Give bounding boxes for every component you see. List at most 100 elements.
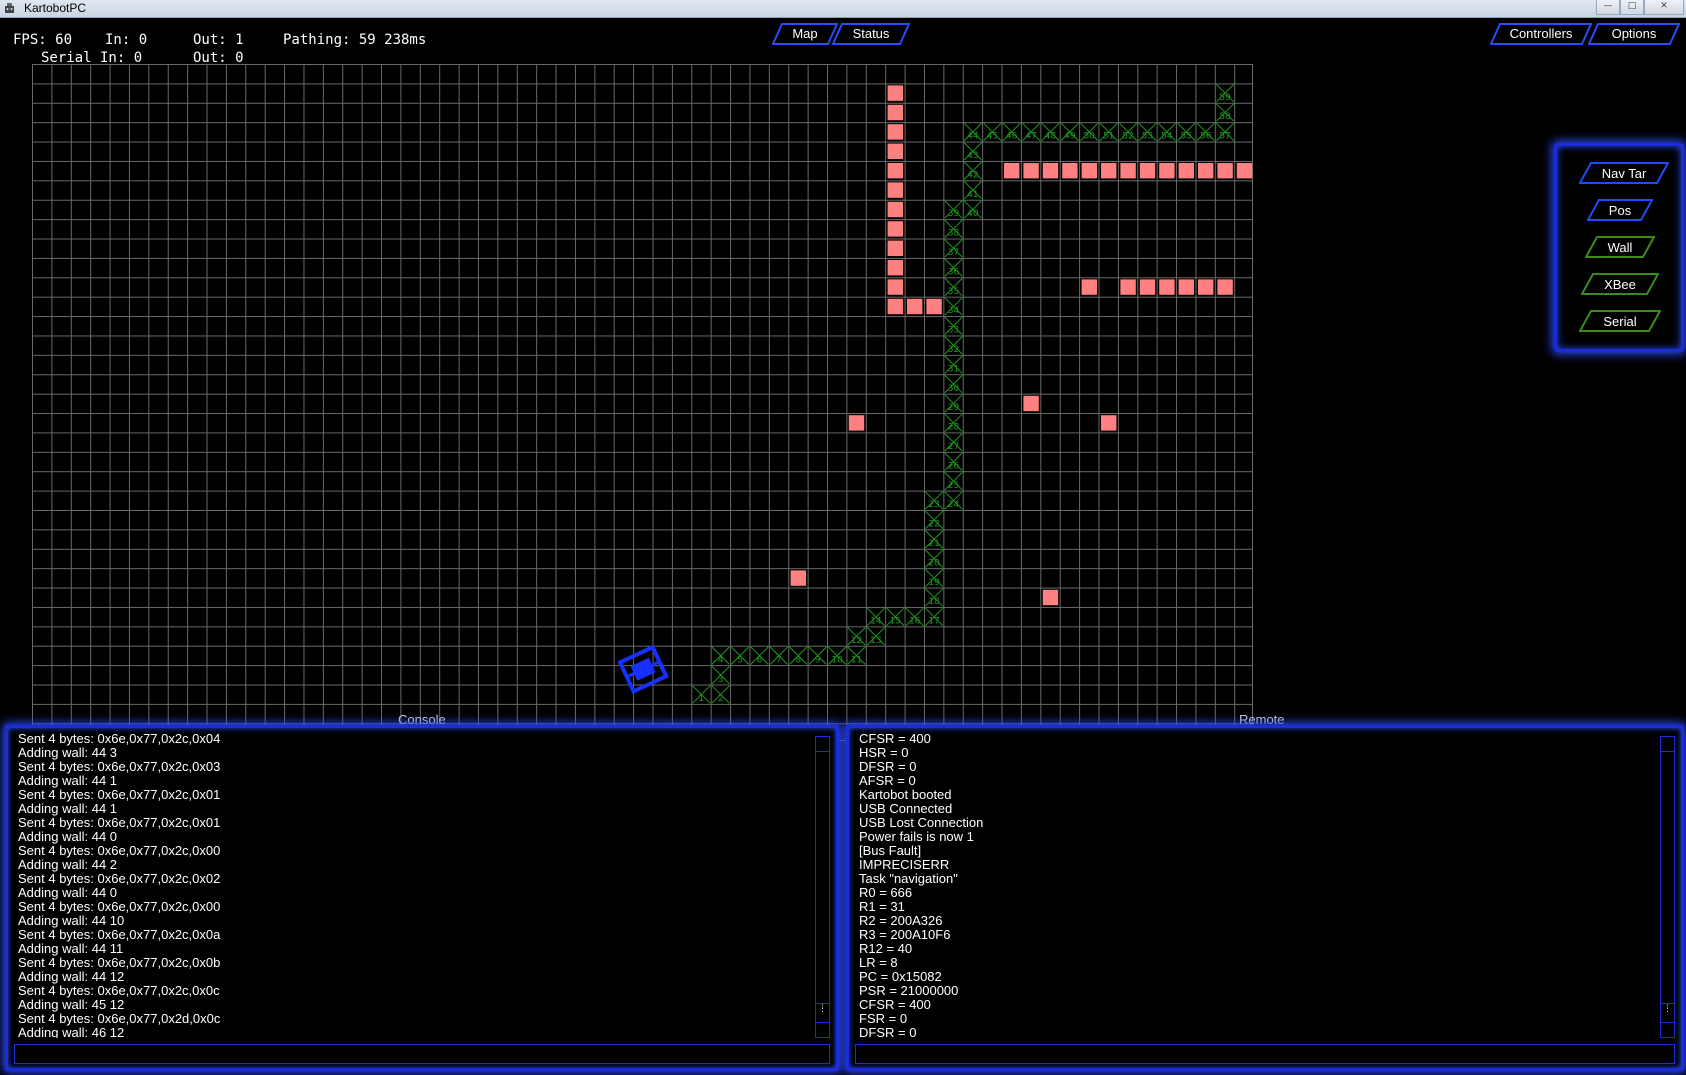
path-step-label: 46 xyxy=(1006,132,1018,142)
wall-cell[interactable] xyxy=(887,182,903,198)
wall-cell[interactable] xyxy=(1120,163,1136,179)
remote-input[interactable] xyxy=(855,1044,1675,1064)
path-step-label: 1 xyxy=(698,694,704,704)
path-step-label: 3 xyxy=(718,675,724,685)
wall-cell[interactable] xyxy=(1178,163,1194,179)
path-step-label: 45 xyxy=(987,132,998,142)
console-pane: Sent 4 bytes: 0x6e,0x77,0x2c,0x04 Adding … xyxy=(5,725,839,1071)
wall-cell[interactable] xyxy=(887,85,903,101)
wall-cell[interactable] xyxy=(1159,163,1175,179)
wall-cell[interactable] xyxy=(848,415,865,431)
wall-cell[interactable] xyxy=(1217,279,1233,295)
wall-cell[interactable] xyxy=(1139,163,1156,179)
path-step-label: 41 xyxy=(967,190,978,200)
wall-cell[interactable] xyxy=(926,298,942,315)
log-line: USB Connected xyxy=(859,801,953,816)
wall-cell[interactable] xyxy=(1159,279,1175,295)
wall-cell[interactable] xyxy=(1139,279,1156,295)
kartobot-main-view: FPS: 60 In: 0 Out: 1 Pathing: 59 238ms S… xyxy=(0,18,1686,1075)
wall-cell[interactable] xyxy=(1178,279,1194,295)
log-line: Sent 4 bytes: 0x6e,0x77,0x2c,0x01 xyxy=(18,815,221,830)
console-scrollbar[interactable]: ⋮ xyxy=(815,736,830,1038)
path-step-label: 35 xyxy=(948,287,959,297)
path-step-label: 11 xyxy=(851,655,862,665)
wall-tool-button[interactable]: Wall xyxy=(1585,236,1655,258)
pos-tool-button[interactable]: Pos xyxy=(1587,199,1653,221)
path-step-label: 19 xyxy=(928,578,940,588)
wall-cell[interactable] xyxy=(1236,163,1253,179)
wall-cell[interactable] xyxy=(887,143,903,159)
wall-cell[interactable] xyxy=(1062,163,1078,179)
log-line: Sent 4 bytes: 0x6e,0x77,0x2c,0x00 xyxy=(18,843,221,858)
wall-cell[interactable] xyxy=(1042,163,1059,179)
wall-cell[interactable] xyxy=(1198,163,1214,179)
robot-icon[interactable] xyxy=(617,644,669,695)
wall-cell[interactable] xyxy=(1023,395,1039,412)
close-icon[interactable]: ✕ xyxy=(1644,0,1684,15)
path-step-label: 36 xyxy=(948,267,960,277)
controllers-label: Controllers xyxy=(1509,26,1573,41)
remote-scrollbar[interactable]: ⋮ xyxy=(1660,736,1675,1038)
path-step-label: 14 xyxy=(870,617,882,627)
wall-cell[interactable] xyxy=(887,201,903,218)
wall-cell[interactable] xyxy=(1101,163,1117,179)
wall-cell[interactable] xyxy=(887,221,903,237)
path-step-label: 2 xyxy=(718,694,724,704)
wall-cell[interactable] xyxy=(1004,163,1020,179)
wall-cell[interactable] xyxy=(887,124,903,140)
wall-cell[interactable] xyxy=(887,279,903,295)
wall-cell[interactable] xyxy=(1023,163,1039,179)
log-line: Adding wall: 44 0 xyxy=(18,829,118,844)
serial-tool-label: Serial xyxy=(1603,314,1637,329)
log-line: Sent 4 bytes: 0x6e,0x77,0x2c,0x04 xyxy=(18,732,221,746)
xbee-tool-button[interactable]: XBee xyxy=(1581,273,1659,295)
wall-cell[interactable] xyxy=(1042,589,1059,606)
serial-tool-button[interactable]: Serial xyxy=(1579,310,1661,332)
wall-cell[interactable] xyxy=(887,260,903,276)
wall-cell[interactable] xyxy=(1101,415,1117,431)
wall-cell[interactable] xyxy=(887,298,903,315)
path-step-label: 29 xyxy=(948,403,960,413)
wall-cell[interactable] xyxy=(1217,163,1233,179)
minimize-icon[interactable]: — xyxy=(1596,0,1620,15)
log-line: Adding wall: 44 10 xyxy=(18,913,125,928)
log-line: Sent 4 bytes: 0x6e,0x77,0x2c,0x0c xyxy=(18,983,220,998)
path-step-label: 50 xyxy=(1084,132,1096,142)
wall-cell[interactable] xyxy=(1198,279,1214,295)
path-step-label: 58 xyxy=(1219,112,1231,122)
remote-scroll-down-icon[interactable] xyxy=(1661,1023,1674,1037)
remote-pane: CFSR = 400 HSR = 0 DFSR = 0 AFSR = 0 Kartobo… xyxy=(846,725,1684,1071)
wall-cell[interactable] xyxy=(907,298,923,315)
console-scroll-up-icon[interactable] xyxy=(816,737,829,752)
path-step-label: 27 xyxy=(948,442,959,452)
map-tab-button[interactable]: Map xyxy=(772,23,838,45)
wall-cell[interactable] xyxy=(790,570,806,586)
path-step-label: 10 xyxy=(831,655,843,665)
log-line: Adding wall: 44 11 xyxy=(18,941,124,956)
maximize-icon[interactable]: □ xyxy=(1620,0,1644,15)
options-button[interactable]: Options xyxy=(1588,23,1680,45)
wall-cell[interactable] xyxy=(1120,279,1136,295)
wall-cell[interactable] xyxy=(1081,163,1097,179)
log-line: DFSR = 0 xyxy=(859,759,917,774)
console-scroll-down-icon[interactable] xyxy=(816,1023,829,1037)
remote-scroll-up-icon[interactable] xyxy=(1661,737,1674,752)
wall-cell[interactable] xyxy=(887,163,903,179)
path-step-label: 44 xyxy=(967,132,979,142)
log-line: IMPRECISERR xyxy=(859,857,950,872)
console-scroll-thumb[interactable]: ⋮ xyxy=(816,1003,829,1023)
status-tab-button[interactable]: Status xyxy=(832,23,910,45)
log-line: R1 = 31 xyxy=(859,899,905,914)
log-line: DFSR = 0 xyxy=(859,1025,917,1039)
nav-target-tool-button[interactable]: Nav Tar xyxy=(1579,162,1669,184)
log-line: AFSR = 0 xyxy=(859,773,916,788)
controllers-button[interactable]: Controllers xyxy=(1490,23,1592,45)
remote-scroll-thumb[interactable]: ⋮ xyxy=(1661,1003,1674,1023)
console-log: Sent 4 bytes: 0x6e,0x77,0x2c,0x04 Adding … xyxy=(18,732,812,1038)
wall-cell[interactable] xyxy=(887,104,903,121)
console-input[interactable] xyxy=(14,1044,830,1064)
wall-cell[interactable] xyxy=(1081,279,1097,295)
path-step-label: 21 xyxy=(928,539,939,549)
wall-cell[interactable] xyxy=(887,240,903,256)
log-line: R2 = 200A326 xyxy=(859,913,943,928)
